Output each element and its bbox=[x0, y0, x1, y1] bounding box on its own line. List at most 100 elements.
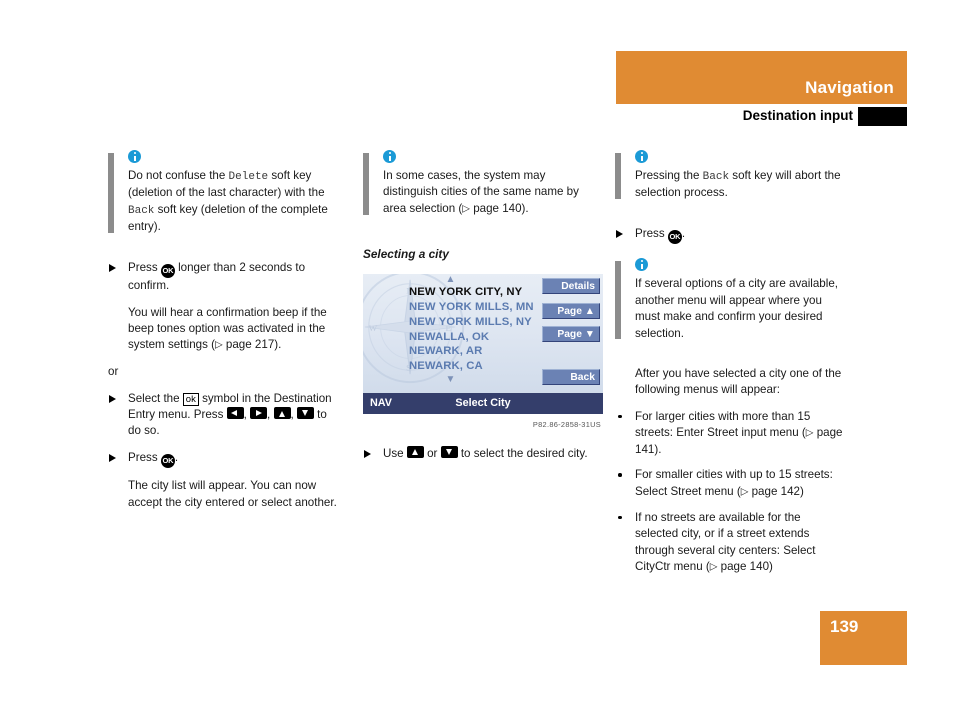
city-list: ▲ NEW YORK CITY, NY NEW YORK MILLS, MN N… bbox=[363, 274, 538, 393]
info-note-back-abort: Pressing the Back soft key will abort th… bbox=[615, 150, 847, 202]
paragraph-following-menus: After you have selected a city one of th… bbox=[635, 366, 842, 397]
nav-screen-figure: N S E W ▲ NEW YORK CITY, NY NEW YORK MIL… bbox=[363, 274, 603, 433]
city-list-item[interactable]: NEWARK, AR bbox=[363, 344, 538, 359]
step-text-part: Use bbox=[383, 446, 407, 460]
step-text-part: Press bbox=[635, 226, 668, 240]
city-list-item[interactable]: NEWARK, CA bbox=[363, 359, 538, 374]
step-triangle-icon bbox=[616, 229, 623, 238]
arrow-left-key-icon bbox=[226, 407, 244, 420]
list-item: For smaller cities with up to 15 streets… bbox=[615, 467, 847, 500]
step-press-ok: Press OK. bbox=[108, 450, 340, 469]
city-list-item[interactable]: NEWALLA, OK bbox=[363, 330, 538, 345]
step-triangle-icon bbox=[109, 263, 116, 272]
page-number: 139 bbox=[830, 617, 859, 636]
delete-softkey-label: Delete bbox=[228, 171, 269, 183]
arrow-up-key-icon bbox=[406, 445, 424, 458]
step-triangle-icon bbox=[109, 394, 116, 403]
info-note-area-selection: In some cases, the system may distinguis… bbox=[363, 150, 595, 218]
step-text-part: . bbox=[681, 226, 686, 240]
step-text-part: Select the bbox=[128, 391, 183, 405]
back-softkey-label: Back bbox=[128, 204, 155, 217]
page-title: Navigation bbox=[805, 78, 894, 97]
page-reference: page 140). bbox=[469, 201, 529, 215]
nav-device-screen: N S E W ▲ NEW YORK CITY, NY NEW YORK MIL… bbox=[363, 274, 603, 415]
page-ref-icon: ▷ bbox=[214, 339, 223, 351]
page-ref-icon: ▷ bbox=[462, 203, 470, 215]
step-text-part: Press bbox=[128, 450, 161, 464]
note-side-bar bbox=[615, 261, 621, 339]
paragraph-city-list: The city list will appear. You can now a… bbox=[128, 479, 337, 509]
figure-caption: P82.86-2858-31US bbox=[532, 420, 601, 430]
bullet-dot-icon bbox=[618, 515, 622, 520]
info-icon bbox=[635, 258, 648, 272]
ok-symbol-icon: ok bbox=[182, 392, 199, 406]
step-use-arrows: Use or to select the desired city. bbox=[363, 445, 595, 462]
city-list-item[interactable]: NEW YORK CITY, NY bbox=[363, 285, 538, 300]
ok-button-icon: OK bbox=[667, 230, 682, 245]
step-triangle-icon bbox=[364, 449, 371, 458]
status-screen-title: Select City bbox=[455, 397, 511, 410]
note-text-part: Pressing the bbox=[635, 169, 703, 182]
nav-status-bar: NAV Select City bbox=[363, 393, 603, 415]
city-list-item[interactable]: NEW YORK MILLS, NY bbox=[363, 315, 538, 330]
note-body: In some cases, the system may distinguis… bbox=[383, 168, 595, 218]
section-marker-tab bbox=[858, 107, 907, 126]
note-text-part: Do not confuse the bbox=[128, 169, 229, 182]
scroll-up-indicator-icon[interactable]: ▲ bbox=[363, 274, 538, 285]
city-list-item[interactable]: NEW YORK MILLS, MN bbox=[363, 300, 538, 315]
page-reference: page 140) bbox=[717, 560, 773, 573]
arrow-down-key-icon bbox=[440, 445, 458, 458]
scroll-down-indicator-icon[interactable]: ▼ bbox=[363, 374, 538, 385]
note-body: Pressing the Back soft key will abort th… bbox=[635, 168, 847, 202]
info-icon bbox=[383, 150, 396, 163]
note-body: Do not confuse the Delete soft key (dele… bbox=[128, 168, 340, 236]
step-text-part: , bbox=[267, 408, 274, 422]
info-icon bbox=[128, 150, 141, 163]
step-press-ok: Press OK. bbox=[615, 226, 847, 245]
step-press-ok-long: Press OK longer than 2 seconds to confir… bbox=[108, 260, 340, 295]
note-text-part: soft key (deletion of the complete entry… bbox=[128, 202, 328, 234]
page-reference: page 217). bbox=[222, 338, 282, 352]
list-item-text: For larger cities with more than 15 stre… bbox=[635, 409, 811, 440]
step-text-part: . bbox=[174, 450, 179, 464]
ok-button-icon: OK bbox=[160, 454, 175, 469]
page-number-box: 139 bbox=[820, 611, 907, 665]
step-text-part: Press bbox=[128, 260, 161, 274]
softkey-back[interactable]: Back bbox=[542, 369, 600, 386]
header-accent-band: Navigation bbox=[616, 51, 907, 104]
note-body: If several options of a city are availab… bbox=[635, 277, 838, 340]
softkey-panel: Details Page ▲ Page ▼ Back bbox=[539, 274, 603, 393]
list-item: If no streets are available for the sele… bbox=[615, 510, 847, 576]
list-item: For larger cities with more than 15 stre… bbox=[615, 409, 847, 459]
step-text-part: or bbox=[423, 446, 441, 460]
bullet-dot-icon bbox=[618, 414, 622, 419]
info-icon bbox=[635, 150, 648, 163]
info-note-several-options: If several options of a city are availab… bbox=[615, 258, 847, 342]
page-reference: page 142) bbox=[748, 484, 804, 498]
arrow-right-key-icon bbox=[250, 407, 268, 420]
note-side-bar bbox=[363, 153, 369, 215]
step-text-part: to select the desired city. bbox=[457, 446, 588, 460]
column-two: In some cases, the system may distinguis… bbox=[363, 150, 603, 466]
step-text-part: , bbox=[290, 408, 297, 422]
paragraph-beep-tones: You will hear a confirmation beep if the… bbox=[108, 305, 340, 355]
softkey-page-up[interactable]: Page ▲ bbox=[542, 303, 600, 320]
softkey-details[interactable]: Details bbox=[542, 278, 600, 295]
step-select-ok-symbol: Select the ok symbol in the Destination … bbox=[108, 391, 340, 440]
arrow-up-key-icon bbox=[273, 407, 291, 420]
ok-button-icon: OK bbox=[160, 264, 175, 279]
subsection-heading: Selecting a city bbox=[363, 246, 449, 261]
softkey-page-down[interactable]: Page ▼ bbox=[542, 326, 600, 343]
note-side-bar bbox=[108, 153, 114, 233]
column-three: Pressing the Back soft key will abort th… bbox=[615, 150, 847, 585]
arrow-down-key-icon bbox=[296, 407, 314, 420]
or-separator: or bbox=[108, 365, 119, 379]
note-side-bar bbox=[615, 153, 621, 199]
back-softkey-label: Back bbox=[702, 171, 730, 183]
info-note-delete-back: Do not confuse the Delete soft key (dele… bbox=[108, 150, 340, 236]
step-triangle-icon bbox=[109, 453, 116, 462]
